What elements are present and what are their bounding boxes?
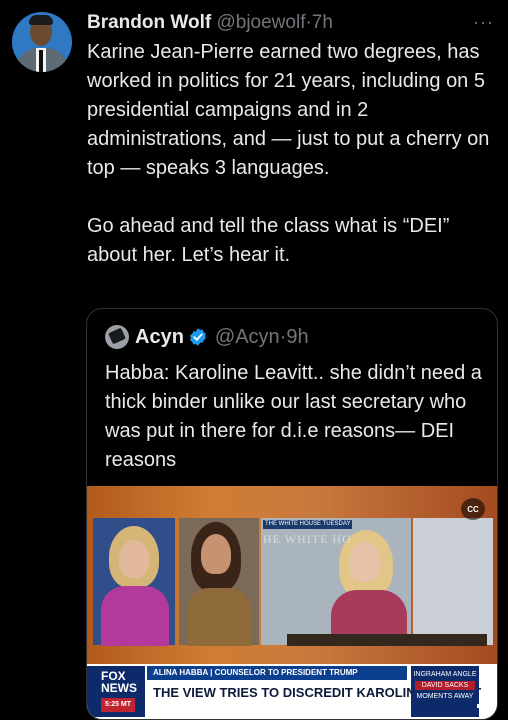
author-name[interactable]: Brandon Wolf [87, 12, 211, 33]
podium [287, 634, 487, 646]
video-player[interactable]: THE WHITE HOUSE TUESDAY HE WHITE HO CC F… [87, 486, 497, 719]
mute-icon[interactable] [475, 698, 491, 714]
video-panel-building [413, 518, 493, 645]
quoted-tweet-text: Habba: Karoline Leavitt.. she didn’t nee… [105, 362, 482, 471]
quoted-tweet-header: Acyn @Acyn · 9h [105, 325, 309, 349]
separator-dot: · [279, 325, 287, 348]
avatar-hair [29, 15, 53, 25]
news-chyron: FOX NEWS 5:25 MT ALINA HABBA | COUNSELOR… [87, 664, 497, 719]
guest-figure-body [187, 588, 251, 646]
quoted-author-handle[interactable]: @Acyn [215, 326, 280, 349]
chyron-headline: THE VIEW TRIES TO DISCREDIT KAROLINE LEA… [153, 685, 482, 700]
quoted-tweet-card[interactable]: Acyn @Acyn · 9h Habba: Karoline Leavitt.. … [86, 308, 498, 720]
tweet-time[interactable]: 7h [312, 12, 333, 33]
tweet-paragraph: Karine Jean-Pierre earned two degrees, h… [87, 41, 490, 179]
white-house-label: THE WHITE HOUSE TUESDAY [263, 520, 353, 529]
show-badge: INGRAHAM ANGLE DAVID SACKS MOMENTS AWAY [411, 666, 479, 717]
network-clock: 5:25 MT [101, 698, 135, 712]
show-name: INGRAHAM ANGLE [413, 671, 477, 678]
press-secretary-figure-face [349, 542, 381, 582]
white-house-backdrop-text: HE WHITE HO [263, 532, 352, 546]
host-figure-face [119, 540, 149, 578]
chyron-speaker-line: ALINA HABBA | COUNSELOR TO PRESIDENT TRU… [147, 666, 407, 680]
quoted-author-name[interactable]: Acyn [135, 326, 184, 349]
author-handle[interactable]: @bjoewolf [216, 12, 305, 33]
tweet-paragraph: Go ahead and tell the class what is “DEI… [87, 215, 450, 266]
show-upcoming: MOMENTS AWAY [416, 693, 474, 700]
host-figure-body [101, 586, 169, 646]
closed-captions-icon[interactable]: CC [461, 498, 485, 520]
show-tag: DAVID SACKS [415, 681, 475, 690]
network-name: FOX NEWS [101, 669, 137, 695]
tweet-header: Brandon Wolf @bjoewolf·7h [87, 10, 333, 36]
verified-badge-icon [189, 328, 206, 346]
quoted-tweet-time[interactable]: 9h [286, 326, 308, 349]
network-logo: FOX NEWS 5:25 MT [87, 666, 145, 717]
more-options-icon[interactable]: ··· [473, 12, 494, 33]
guest-figure-face [201, 534, 231, 574]
tweet-body: Karine Jean-Pierre earned two degrees, h… [87, 38, 499, 270]
quoted-author-avatar[interactable] [105, 325, 129, 349]
avatar-tie [39, 50, 43, 72]
author-avatar[interactable] [12, 12, 72, 72]
